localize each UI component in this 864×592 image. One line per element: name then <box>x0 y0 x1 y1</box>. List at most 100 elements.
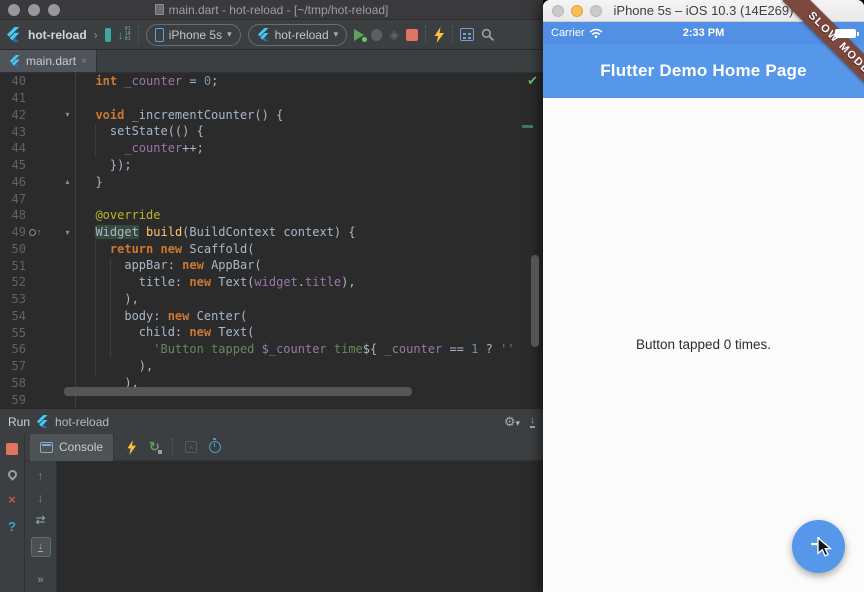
code-line[interactable]: 54 body: new Center( <box>0 308 543 325</box>
clock-label: 2:33 PM <box>543 27 864 39</box>
chevron-down-icon: ▾ <box>515 418 520 428</box>
vcs-update-button[interactable]: ↓ 011001 <box>118 27 131 42</box>
main-toolbar: hot-reload › ↓ 011001 iPhone 5s ▾ hot-re… <box>0 20 543 50</box>
code-line[interactable]: 56 'Button tapped $_counter time${ _coun… <box>0 341 543 358</box>
fold-marker[interactable]: ▾ <box>60 228 75 237</box>
scroll-to-end-button[interactable]: ↓ <box>31 537 51 557</box>
vcs-down-arrow-icon: ↓ <box>118 28 124 42</box>
line-number: 45 <box>0 158 26 172</box>
line-number: 41 <box>0 91 26 105</box>
coverage-button[interactable]: ◈ <box>389 27 399 43</box>
line-number: 48 <box>0 208 26 222</box>
line-number: 56 <box>0 342 26 356</box>
console-toolbar: ↑ ↓ ⇄ ↓ » <box>25 461 57 592</box>
stop-icon <box>406 29 418 41</box>
code-text: body: new Center( <box>76 308 543 325</box>
settings-button[interactable]: ⚙▾ <box>504 413 520 431</box>
tab-main-dart[interactable]: main.dart × <box>0 50 97 72</box>
close-window-button[interactable] <box>552 5 564 17</box>
minimize-window-button[interactable] <box>28 4 40 16</box>
code-line[interactable]: 51 appBar: new AppBar( <box>0 257 543 274</box>
hide-panel-button[interactable]: ↓ <box>530 416 535 428</box>
code-line[interactable]: 50 return new Scaffold( <box>0 241 543 258</box>
code-line[interactable]: 42▾ void _incrementCounter() { <box>0 107 543 124</box>
close-window-button[interactable] <box>8 4 20 16</box>
soft-wrap-button[interactable]: ⇄ <box>35 515 45 526</box>
zoom-window-button[interactable] <box>590 5 602 17</box>
vcs-digits-icon: 011001 <box>125 27 131 42</box>
line-number: 52 <box>0 275 26 289</box>
gutter: 48 <box>0 207 76 224</box>
gutter: 50 <box>0 241 76 258</box>
code-line[interactable]: 46▴ } <box>0 174 543 191</box>
code-line[interactable]: 57 ), <box>0 358 543 375</box>
hot-reload-button[interactable] <box>126 440 137 455</box>
search-button[interactable] <box>481 28 495 42</box>
run-left-stripe: × ? <box>0 434 25 592</box>
clear-console-button[interactable]: × <box>185 441 197 453</box>
code-line[interactable]: 45 }); <box>0 157 543 174</box>
code-line[interactable]: 52 title: new Text(widget.title), <box>0 274 543 291</box>
line-number: 44 <box>0 141 26 155</box>
hot-reload-bolt-button[interactable] <box>433 27 445 43</box>
code-text: return new Scaffold( <box>76 241 543 258</box>
gutter: 42▾ <box>0 107 76 124</box>
help-button[interactable]: ? <box>8 521 16 533</box>
horizontal-scrollbar[interactable] <box>64 387 412 396</box>
device-selector[interactable]: iPhone 5s ▾ <box>146 24 241 46</box>
gutter: 47 <box>0 190 76 207</box>
stop-button[interactable] <box>406 29 418 41</box>
project-breadcrumb[interactable]: hot-reload <box>28 28 87 42</box>
override-method-icon[interactable]: ↑ <box>29 228 42 237</box>
toolbar-separator <box>172 438 173 456</box>
close-tab-icon[interactable]: × <box>81 56 87 67</box>
code-line[interactable]: 40 int _counter = 0; <box>0 73 543 90</box>
simulator-title: iPhone 5s – iOS 10.3 (14E269) <box>614 3 794 18</box>
debug-button[interactable] <box>371 29 382 41</box>
performance-stopwatch-button[interactable] <box>209 441 221 453</box>
overflow-actions-button[interactable]: » <box>37 574 43 586</box>
gutter: 55 <box>0 324 76 341</box>
code-line[interactable]: 47 <box>0 190 543 207</box>
code-line[interactable]: 53 ), <box>0 291 543 308</box>
code-text: _counter++; <box>76 140 543 157</box>
vertical-scrollbar[interactable] <box>531 255 539 347</box>
hot-restart-button[interactable]: ↻ <box>149 439 160 455</box>
toolbar-separator <box>138 26 139 44</box>
minimize-window-button[interactable] <box>571 5 583 17</box>
down-arrow-button[interactable]: ↓ <box>38 493 44 504</box>
run-button[interactable] <box>354 29 364 41</box>
stop-process-button[interactable] <box>6 443 18 455</box>
line-number: 57 <box>0 359 26 373</box>
pin-tab-button[interactable] <box>6 468 19 481</box>
code-line[interactable]: 41 <box>0 90 543 107</box>
mouse-cursor <box>817 537 835 559</box>
code-line[interactable]: 48 @override <box>0 207 543 224</box>
console-output[interactable] <box>57 461 543 592</box>
gutter: 51 <box>0 257 76 274</box>
line-number: 54 <box>0 309 26 323</box>
line-number: 49 <box>0 225 26 239</box>
flutter-inspector-button[interactable] <box>460 28 474 41</box>
console-icon <box>40 442 53 453</box>
run-panel-header: Run hot-reload ⚙▾ ↓ <box>0 409 543 434</box>
up-arrow-button[interactable]: ↑ <box>38 471 44 482</box>
tab-console[interactable]: Console <box>30 434 114 461</box>
gutter: 56 <box>0 341 76 358</box>
code-line[interactable]: 43 setState(() { <box>0 123 543 140</box>
code-line[interactable]: 49↑▾ Widget build(BuildContext context) … <box>0 224 543 241</box>
code-line[interactable]: 44 _counter++; <box>0 140 543 157</box>
fold-marker[interactable]: ▴ <box>60 177 75 186</box>
inspection-ok-icon[interactable]: ✔ <box>527 73 538 89</box>
code-editor[interactable]: 40 int _counter = 0;41 42▾ void _incremen… <box>0 73 543 408</box>
close-panel-button[interactable]: × <box>8 494 16 506</box>
breadcrumb-chevron-icon: › <box>94 28 98 42</box>
run-config-selector[interactable]: hot-reload ▾ <box>248 24 348 46</box>
code-text: }); <box>76 157 543 174</box>
fold-marker[interactable]: ▾ <box>60 110 75 119</box>
code-line[interactable]: 55 child: new Text( <box>0 324 543 341</box>
line-number: 43 <box>0 125 26 139</box>
editor-indicator-icon <box>105 28 111 42</box>
zoom-window-button[interactable] <box>48 4 60 16</box>
simulator-window-controls <box>552 5 602 17</box>
